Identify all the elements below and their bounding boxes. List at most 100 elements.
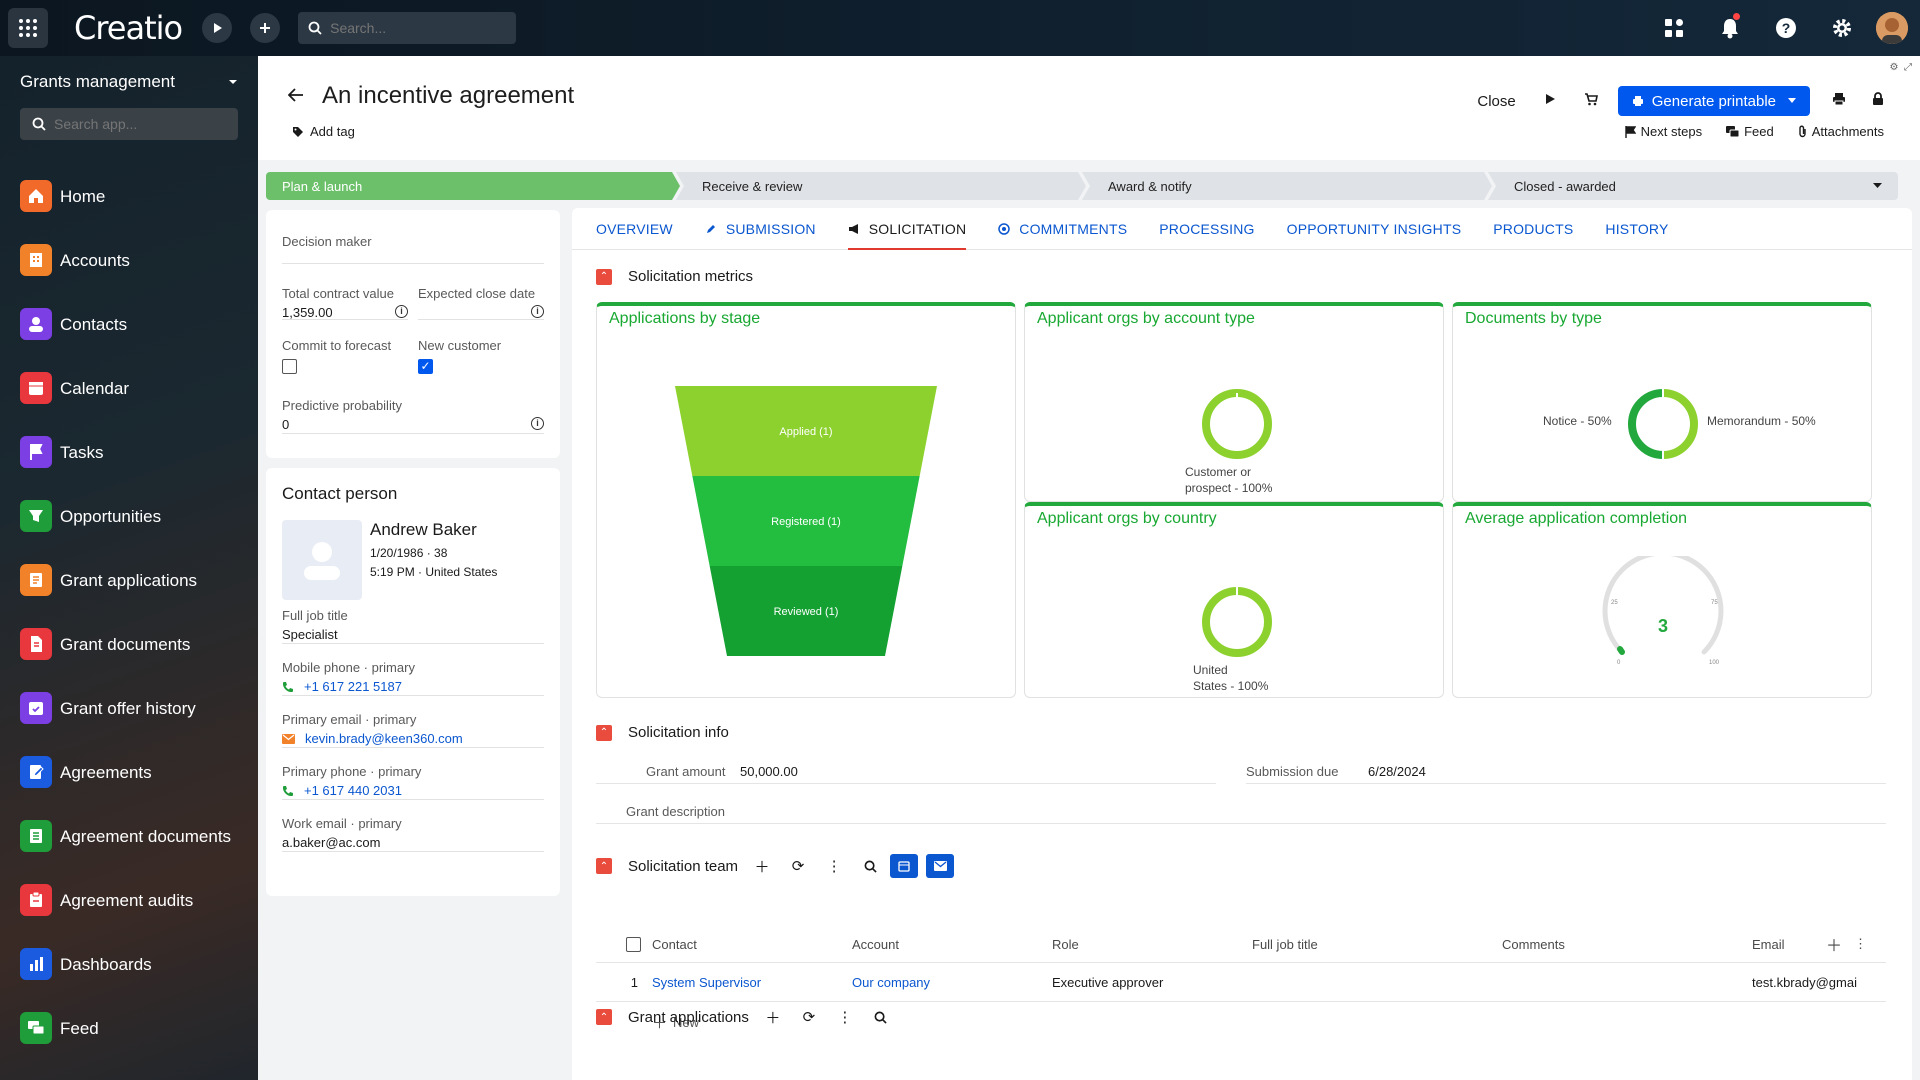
contact-photo[interactable] [282, 520, 362, 600]
tab-commitments[interactable]: COMMITMENTS [998, 208, 1127, 250]
workspace-selector[interactable]: Grants management [0, 56, 238, 92]
collapse-icon[interactable]: ⌃ [596, 268, 612, 285]
column-role[interactable]: Role [1052, 937, 1252, 952]
tab-history[interactable]: HISTORY [1605, 208, 1668, 250]
decision-maker-field[interactable]: Decision maker [282, 234, 544, 264]
sidebar-item-agreements[interactable]: Agreements [0, 740, 258, 804]
sidebar-item-dashboards[interactable]: Dashboards [0, 932, 258, 996]
run-process-button[interactable] [202, 13, 233, 43]
column-comments[interactable]: Comments [1502, 937, 1752, 952]
help-icon[interactable]: ? [1758, 0, 1814, 56]
add-tag-button[interactable]: Add tag [292, 124, 355, 139]
predictive-probability-field[interactable]: Predictive probability 0 i [282, 398, 544, 434]
tab-opportunity-insights[interactable]: OPPORTUNITY INSIGHTS [1287, 208, 1462, 250]
lock-icon[interactable] [1872, 91, 1884, 111]
primary-email-field[interactable]: Primary email · primary kevin.brady@keen… [282, 712, 544, 748]
primary-email-link[interactable]: kevin.brady@keen360.com [305, 731, 463, 746]
collapse-icon[interactable]: ⌃ [596, 1009, 612, 1025]
grant-amount-field[interactable]: Grant amount 50,000.00 [596, 764, 1216, 784]
run-icon[interactable] [1544, 92, 1556, 110]
attachments-link[interactable]: Attachments [1798, 124, 1884, 139]
info-icon[interactable]: i [395, 305, 408, 318]
calendar-icon[interactable] [890, 854, 919, 878]
next-steps-link[interactable]: Next steps [1624, 124, 1702, 139]
create-button[interactable] [250, 13, 281, 43]
info-icon[interactable]: i [531, 305, 544, 318]
email-icon[interactable] [926, 854, 955, 878]
expected-close-date-field[interactable]: Expected close date i [418, 286, 544, 320]
settings-gear-icon[interactable] [1814, 0, 1870, 56]
full-job-title-field[interactable]: Full job title Specialist [282, 608, 544, 644]
sidebar-item-grant-offer-history[interactable]: Grant offer history [0, 676, 258, 740]
tab-solicitation[interactable]: SOLICITATION [847, 208, 967, 250]
app-search[interactable] [20, 108, 238, 140]
generate-printable-button[interactable]: Generate printable [1617, 86, 1810, 116]
sidebar-item-home[interactable]: Home [0, 164, 258, 228]
tab-overview[interactable]: OVERVIEW [596, 208, 673, 250]
global-search[interactable] [298, 12, 517, 44]
app-search-input[interactable] [54, 116, 214, 132]
tab-products[interactable]: PRODUCTS [1493, 208, 1573, 250]
collapse-icon[interactable]: ⌃ [596, 724, 612, 741]
mobile-phone-field[interactable]: Mobile phone · primary +1 617 221 5187 [282, 660, 544, 696]
column-email[interactable]: Email [1752, 937, 1826, 952]
cart-icon[interactable] [1584, 92, 1598, 111]
sidebar-item-agreement-documents[interactable]: Agreement documents [0, 804, 258, 868]
sidebar-item-accounts[interactable]: Accounts [0, 228, 258, 292]
column-account[interactable]: Account [852, 937, 1052, 952]
tab-submission[interactable]: SUBMISSION [705, 208, 816, 250]
print-icon[interactable] [1832, 92, 1846, 111]
tab-processing[interactable]: PROCESSING [1159, 208, 1254, 250]
total-contract-value-field[interactable]: Total contract value 1,359.00 i [282, 286, 408, 320]
stage-closed-awarded[interactable]: Closed - awarded [1488, 172, 1898, 200]
app-grid-icon[interactable] [8, 8, 48, 48]
info-icon[interactable]: i [531, 417, 544, 430]
sidebar-item-grant-applications[interactable]: Grant applications [0, 548, 258, 612]
settings-small-icon[interactable]: ⚙ [1889, 62, 1898, 73]
add-icon[interactable]: ＋ [750, 854, 774, 878]
add-column-icon[interactable]: ＋ [1826, 932, 1842, 956]
search-icon[interactable] [858, 854, 882, 878]
more-icon[interactable]: ⋮ [833, 1005, 857, 1029]
more-icon[interactable]: ⋮ [1854, 936, 1867, 952]
refresh-icon[interactable]: ⟳ [797, 1005, 821, 1029]
select-all-checkbox[interactable] [626, 936, 641, 952]
sidebar-item-contacts[interactable]: Contacts [0, 292, 258, 356]
sidebar-item-grant-documents[interactable]: Grant documents [0, 612, 258, 676]
sidebar-item-feed[interactable]: Feed [0, 996, 258, 1060]
contact-name[interactable]: Andrew Baker [370, 520, 477, 540]
collapse-icon[interactable]: ⌃ [596, 858, 612, 874]
back-arrow-icon[interactable] [287, 86, 304, 107]
submission-due-field[interactable]: Submission due 6/28/2024 [1246, 764, 1886, 784]
row-contact[interactable]: System Supervisor [652, 975, 852, 990]
refresh-icon[interactable]: ⟳ [786, 854, 810, 878]
primary-phone-field[interactable]: Primary phone · primary +1 617 440 2031 [282, 764, 544, 800]
global-search-input[interactable] [330, 20, 491, 36]
work-email-field[interactable]: Work email · primary a.baker@ac.com [282, 816, 544, 852]
sidebar-item-agreement-audits[interactable]: Agreement audits [0, 868, 258, 932]
notifications-icon[interactable] [1702, 0, 1758, 56]
row-account[interactable]: Our company [852, 975, 1052, 990]
sidebar-item-opportunities[interactable]: Opportunities [0, 484, 258, 548]
close-button[interactable]: Close [1477, 93, 1515, 110]
sidebar-item-tasks[interactable]: Tasks [0, 420, 258, 484]
table-row[interactable]: 1 System Supervisor Our company Executiv… [596, 962, 1886, 1002]
grant-description-field[interactable]: Grant description [596, 804, 1886, 824]
primary-phone-link[interactable]: +1 617 440 2031 [304, 783, 402, 798]
stage-award-notify[interactable]: Award & notify [1082, 172, 1492, 200]
mobile-phone-link[interactable]: +1 617 221 5187 [304, 679, 402, 694]
add-icon[interactable]: ＋ [761, 1005, 785, 1029]
user-avatar[interactable] [1876, 12, 1908, 44]
apps-icon[interactable] [1646, 0, 1702, 56]
more-icon[interactable]: ⋮ [822, 854, 846, 878]
stage-plan-launch[interactable]: Plan & launch [266, 172, 680, 200]
expand-icon[interactable]: ⤢ [1904, 62, 1912, 73]
stage-receive-review[interactable]: Receive & review [676, 172, 1086, 200]
commit-to-forecast-checkbox[interactable] [282, 359, 297, 374]
feed-link[interactable]: Feed [1726, 124, 1774, 139]
new-customer-checkbox[interactable]: ✓ [418, 359, 433, 374]
sidebar-item-calendar[interactable]: Calendar [0, 356, 258, 420]
search-icon[interactable] [869, 1005, 893, 1029]
column-contact[interactable]: Contact [652, 937, 852, 952]
column-full-job-title[interactable]: Full job title [1252, 937, 1502, 952]
